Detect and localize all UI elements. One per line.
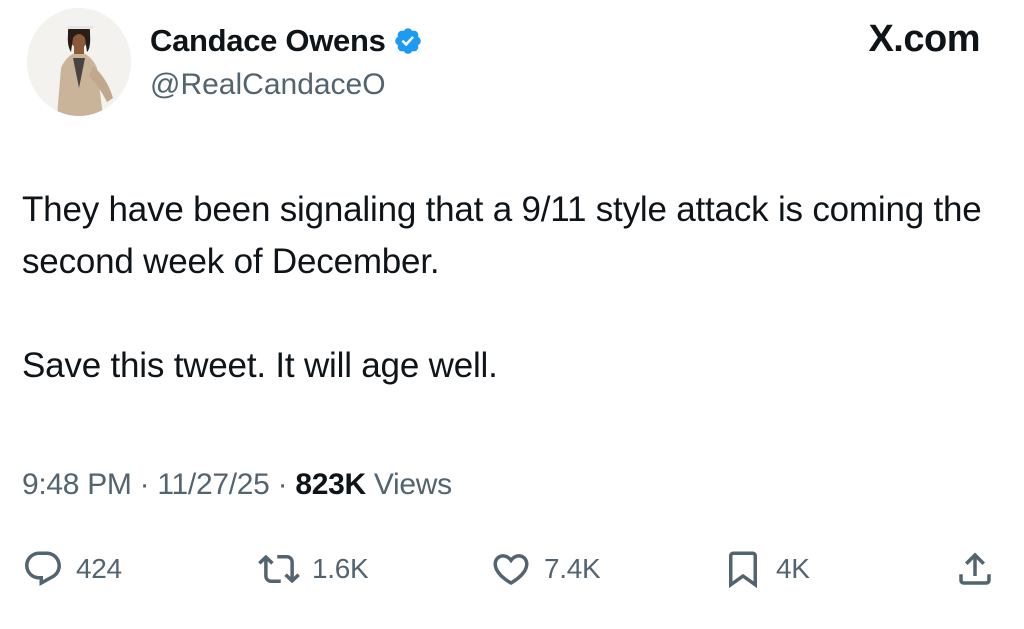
author-handle[interactable]: @RealCandaceO — [150, 68, 386, 102]
reply-icon — [25, 551, 61, 586]
repost-icon — [258, 554, 300, 584]
meta-separator: · — [131, 468, 158, 501]
views-label: Views — [365, 468, 452, 501]
repost-button[interactable]: 1.6K — [258, 544, 369, 594]
views-count: 823K — [295, 468, 366, 501]
bookmark-icon — [729, 551, 757, 589]
tweet-date[interactable]: 11/27/25 — [157, 468, 269, 501]
share-button[interactable] — [954, 544, 996, 594]
tweet-paragraph: Save this tweet. It will age well. — [22, 346, 498, 385]
avatar[interactable] — [27, 8, 131, 116]
heart-icon — [493, 554, 529, 586]
verified-badge-icon[interactable] — [393, 26, 423, 56]
meta-separator: · — [269, 468, 296, 501]
brand-label: X.com — [868, 18, 980, 60]
author-name[interactable]: Candace Owens — [150, 23, 386, 59]
tweet-body: They have been signaling that a 9/11 sty… — [22, 184, 1002, 392]
share-icon — [959, 552, 991, 585]
action-bar: 424 1.6K 7.4K 4K — [0, 544, 1024, 594]
author-name-row: Candace Owens — [150, 20, 423, 62]
reply-count: 424 — [76, 553, 122, 584]
tweet-meta: 9:48 PM · 11/27/25 · 823K Views — [22, 468, 452, 502]
tweet-time[interactable]: 9:48 PM — [22, 468, 132, 501]
like-button[interactable]: 7.4K — [490, 544, 601, 594]
tweet-paragraph: They have been signaling that a 9/11 sty… — [22, 190, 982, 281]
bookmark-button[interactable]: 4K — [722, 544, 810, 594]
like-count: 7.4K — [544, 553, 601, 584]
repost-count: 1.6K — [312, 553, 369, 584]
profile-photo-icon — [27, 8, 131, 116]
reply-button[interactable]: 424 — [22, 544, 122, 594]
bookmark-count: 4K — [776, 553, 810, 584]
